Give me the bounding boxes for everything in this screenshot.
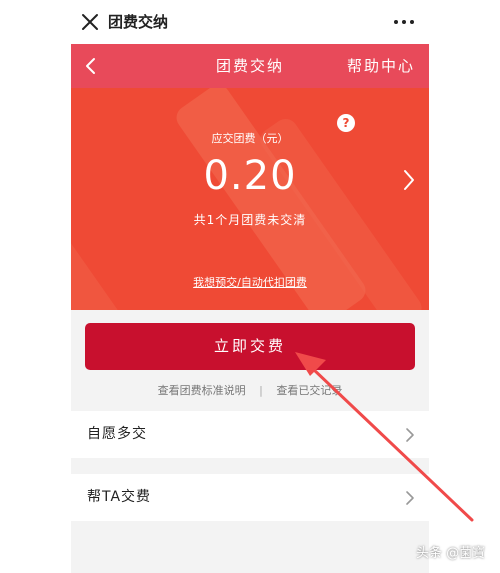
chevron-right-icon	[406, 428, 414, 442]
list-item-voluntary-extra[interactable]: 自愿多交	[71, 411, 429, 458]
window-title: 团费交纳	[108, 13, 169, 31]
link-separator: |	[259, 384, 263, 397]
autopay-link[interactable]: 我想预交/自动代扣团费	[71, 276, 429, 290]
more-icon[interactable]	[392, 12, 416, 32]
fee-standards-link[interactable]: 查看团费标准说明	[158, 384, 246, 397]
question-icon[interactable]: ?	[337, 114, 355, 132]
watermark: 头条 @菌寶	[416, 546, 486, 561]
list-item-label: 帮TA交费	[87, 489, 152, 505]
chevron-right-icon[interactable]	[401, 168, 417, 192]
app-topbar: 团费交纳	[0, 0, 500, 44]
pay-now-button[interactable]: 立即交费	[85, 323, 415, 370]
list-item-pay-for-others[interactable]: 帮TA交费	[71, 474, 429, 521]
chevron-right-icon	[406, 491, 414, 505]
unpaid-months-note: 共1个月团费未交清	[193, 213, 307, 227]
list-item-label: 自愿多交	[87, 426, 147, 442]
info-links: 查看团费标准说明 | 查看已交记录	[71, 384, 429, 398]
page-header: 团费交纳 帮助中心	[71, 44, 429, 88]
fee-summary-card: 团费交纳 帮助中心 ? 应交团费（元） 0.20 共1个月团费未交清 我想预交/…	[71, 44, 429, 310]
due-label: 应交团费（元）	[211, 132, 289, 145]
payment-records-link[interactable]: 查看已交记录	[276, 384, 342, 397]
close-icon[interactable]	[80, 12, 100, 32]
page-content: 团费交纳 帮助中心 ? 应交团费（元） 0.20 共1个月团费未交清 我想预交/…	[71, 44, 429, 573]
due-amount: 0.20	[203, 153, 297, 199]
help-center-link[interactable]: 帮助中心	[347, 56, 415, 76]
